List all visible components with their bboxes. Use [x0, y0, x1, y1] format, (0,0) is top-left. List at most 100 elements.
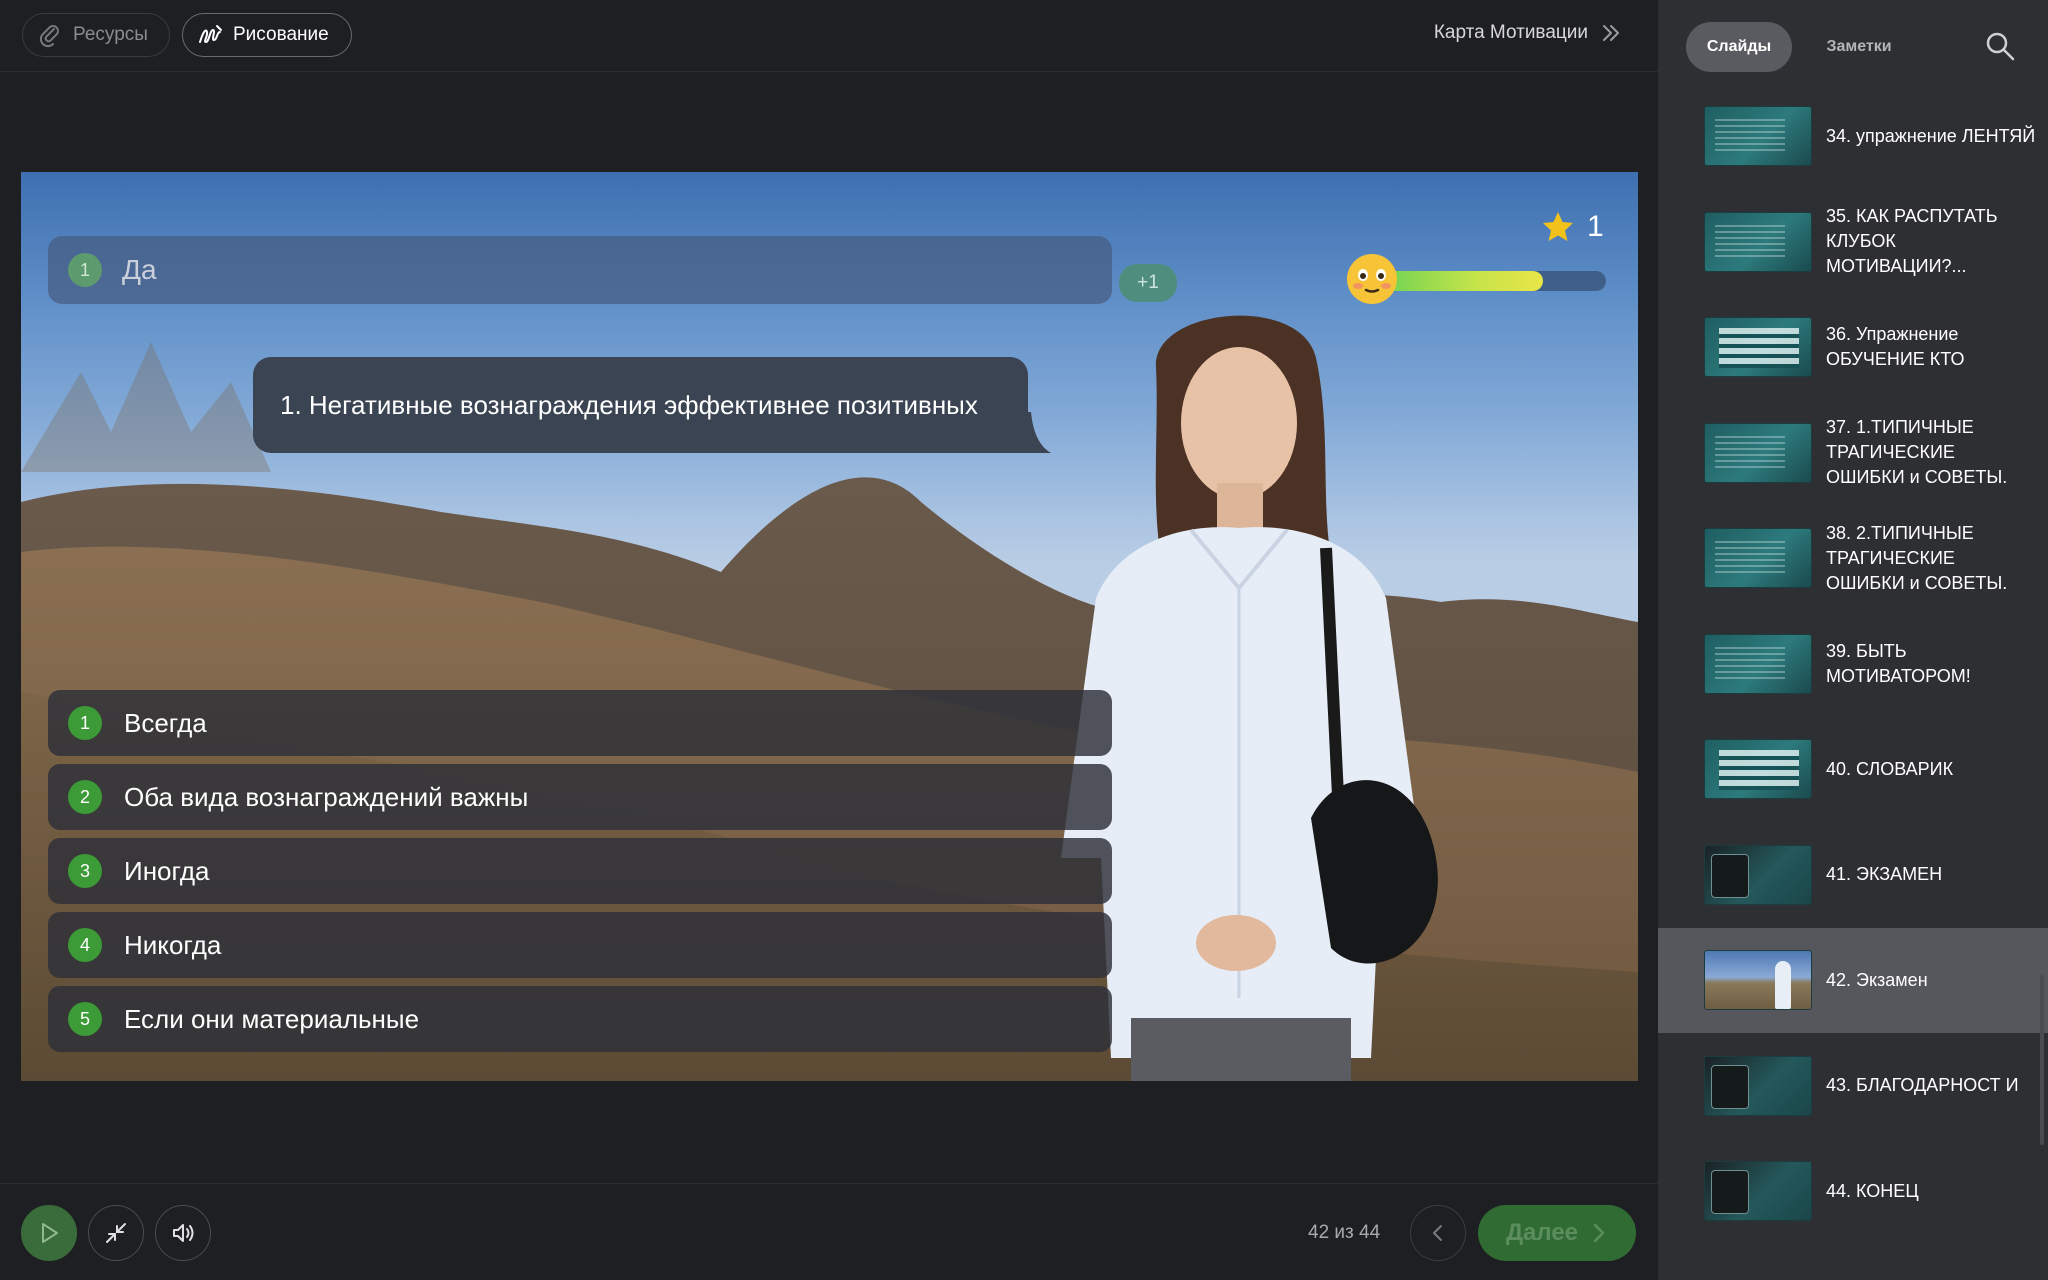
option-4[interactable]: 4 Никогда: [48, 912, 1112, 978]
next-label: Далее: [1505, 1219, 1579, 1246]
slide-thumbnail: [1704, 528, 1812, 589]
slide-list-item[interactable]: 37. 1.ТИПИЧНЫЕ ТРАГИЧЕСКИЕ ОШИБКИ и СОВЕ…: [1658, 400, 2048, 506]
search-icon[interactable]: [1984, 30, 2016, 62]
top-toolbar: Ресурсы Рисование Карта Мотивации: [0, 0, 1658, 72]
points-badge: +1: [1119, 264, 1177, 302]
thumbnail-content: [1711, 1064, 1749, 1109]
bottom-controls: 42 из 44 Далее: [0, 1183, 1658, 1280]
selected-answer-bar: 1 Да: [48, 236, 1112, 304]
thumbnail-content: [1715, 541, 1785, 578]
thumbnail-content: [1715, 224, 1785, 261]
slide-list: ВЫГОРАНИЕ!...34. упражнение ЛЕНТЯЙ35. КА…: [1658, 0, 2048, 1244]
slide-list-item[interactable]: 43. БЛАГОДАРНОСТ И: [1658, 1033, 2048, 1139]
option-text: Никогда: [124, 929, 222, 960]
option-text: Оба вида вознаграждений важны: [124, 781, 529, 812]
option-text: Всегда: [124, 707, 207, 738]
option-1[interactable]: 1 Всегда: [48, 690, 1112, 756]
slide-thumbnail: [1704, 844, 1812, 905]
slide-list-label: 41. ЭКЗАМЕН: [1826, 864, 1943, 885]
option-number: 3: [68, 854, 102, 888]
next-button[interactable]: Далее: [1478, 1205, 1636, 1261]
slide-thumbnail: [1704, 211, 1812, 272]
collapse-icon: [106, 1223, 126, 1243]
sidebar-scrollbar[interactable]: [2040, 975, 2044, 1145]
slide-list-label: 39. БЫТЬ МОТИВАТОРОМ!: [1826, 640, 1971, 686]
option-text: Если они материальные: [124, 1003, 420, 1034]
thumbnail-content: [1711, 853, 1749, 898]
slide-list-item[interactable]: 40. СЛОВАРИК: [1658, 717, 2048, 823]
slide-list-label: 35. КАК РАСПУТАТЬ КЛУБОК МОТИВАЦИИ?...: [1826, 206, 1998, 277]
player-main: Ресурсы Рисование Карта Мотивации 1 Да +…: [0, 0, 1658, 1280]
slide-thumbnail: [1704, 1055, 1812, 1116]
star-icon: [1541, 210, 1575, 244]
slide-thumbnail: [1704, 633, 1812, 694]
slide-list-label: 38. 2.ТИПИЧНЫЕ ТРАГИЧЕСКИЕ ОШИБКИ и СОВЕ…: [1826, 522, 2008, 593]
slide-list-label: 44. КОНЕЦ: [1826, 1180, 1919, 1201]
thumbnail-content: [1715, 435, 1785, 472]
tab-notes[interactable]: Заметки: [1806, 22, 1912, 72]
chevron-left-icon: [1433, 1225, 1442, 1241]
slides-sidebar: ВЫГОРАНИЕ!...34. упражнение ЛЕНТЯЙ35. КА…: [1658, 0, 2048, 1280]
slide-list-item[interactable]: 41. ЭКЗАМЕН: [1658, 822, 2048, 928]
option-text: Иногда: [124, 855, 210, 886]
thumbnail-content: [1719, 750, 1799, 791]
sidebar-tabs: Слайды Заметки: [1658, 0, 2048, 92]
slide-list-item[interactable]: 35. КАК РАСПУТАТЬ КЛУБОК МОТИВАЦИИ?...: [1658, 189, 2048, 295]
motivation-map-link[interactable]: Карта Мотивации: [1434, 22, 1622, 44]
thumbnail-content: [1715, 646, 1785, 683]
scribble-icon: [197, 22, 223, 48]
slide-list-label: 36. Упражнение ОБУЧЕНИЕ КТО: [1826, 324, 1965, 370]
option-2[interactable]: 2 Оба вида вознаграждений важны: [48, 764, 1112, 830]
slide-list-label: 42. Экзамен: [1826, 969, 1928, 990]
slide-thumbnail: [1704, 422, 1812, 483]
slide-thumbnail: [1704, 106, 1812, 167]
map-label: Карта Мотивации: [1433, 22, 1588, 43]
thumbnail-content: [1715, 119, 1785, 156]
slide-list-item[interactable]: 42. Экзамен: [1658, 927, 2048, 1033]
page-counter: 42 из 44: [1308, 1222, 1381, 1243]
resources-label: Ресурсы: [73, 24, 148, 45]
resources-button[interactable]: Ресурсы: [22, 13, 170, 57]
slide-list-item[interactable]: 38. 2.ТИПИЧНЫЕ ТРАГИЧЕСКИЕ ОШИБКИ и СОВЕ…: [1658, 506, 2048, 612]
option-number: 4: [68, 928, 102, 962]
progress-track: [1382, 271, 1606, 291]
double-chevron-right-icon: [1600, 22, 1622, 44]
option-number: 1: [68, 706, 102, 740]
option-5[interactable]: 5 Если они материальные: [48, 986, 1112, 1052]
option-number: 2: [68, 780, 102, 814]
option-3[interactable]: 3 Иногда: [48, 838, 1112, 904]
collapse-button[interactable]: [88, 1205, 144, 1261]
chevron-right-icon: [1590, 1222, 1608, 1244]
progress-fill: [1382, 271, 1544, 291]
drawing-button[interactable]: Рисование: [182, 13, 352, 57]
score-value: 1: [1587, 210, 1604, 243]
slide-list-item[interactable]: 36. Упражнение ОБУЧЕНИЕ КТО: [1658, 295, 2048, 401]
paperclip-icon: [37, 22, 63, 48]
question-bubble: 1. Негативные вознаграждения эффективнее…: [253, 357, 1028, 453]
slide-list-label: 40. СЛОВАРИК: [1826, 758, 1954, 779]
slide-thumbnail: [1704, 317, 1812, 378]
answer-text: Да: [122, 254, 157, 285]
answer-number: 1: [68, 253, 102, 287]
slide-canvas: 1 Да +1 1 1. Негативные вознаграждения э…: [21, 172, 1638, 1081]
slide-thumbnail: [1704, 739, 1812, 800]
thumbnail-content: [1775, 961, 1791, 1010]
speaker-icon: [173, 1224, 194, 1242]
sound-button[interactable]: [155, 1205, 211, 1261]
slide-list-label: 43. БЛАГОДАРНОСТ И: [1826, 1075, 2019, 1096]
slide-list-label: 34. упражнение ЛЕНТЯЙ: [1826, 125, 2036, 146]
slide-list-label: 37. 1.ТИПИЧНЫЕ ТРАГИЧЕСКИЕ ОШИБКИ и СОВЕ…: [1826, 417, 2008, 488]
slide-list-item[interactable]: 34. упражнение ЛЕНТЯЙ: [1658, 84, 2048, 190]
tab-slides[interactable]: Слайды: [1686, 22, 1792, 72]
answer-options: 1 Всегда 2 Оба вида вознаграждений важны…: [48, 690, 1112, 1060]
drawing-label: Рисование: [233, 24, 329, 45]
slide-list-item[interactable]: 44. КОНЕЦ: [1658, 1139, 2048, 1245]
thumbnail-content: [1719, 328, 1799, 369]
play-button[interactable]: [21, 1205, 77, 1261]
slide-list-item[interactable]: 39. БЫТЬ МОТИВАТОРОМ!: [1658, 611, 2048, 717]
play-icon: [42, 1223, 58, 1243]
score-display: 1: [1541, 210, 1604, 244]
slide-thumbnail: [1704, 1161, 1812, 1222]
thumbnail-content: [1711, 1170, 1749, 1215]
previous-button[interactable]: [1410, 1205, 1466, 1261]
